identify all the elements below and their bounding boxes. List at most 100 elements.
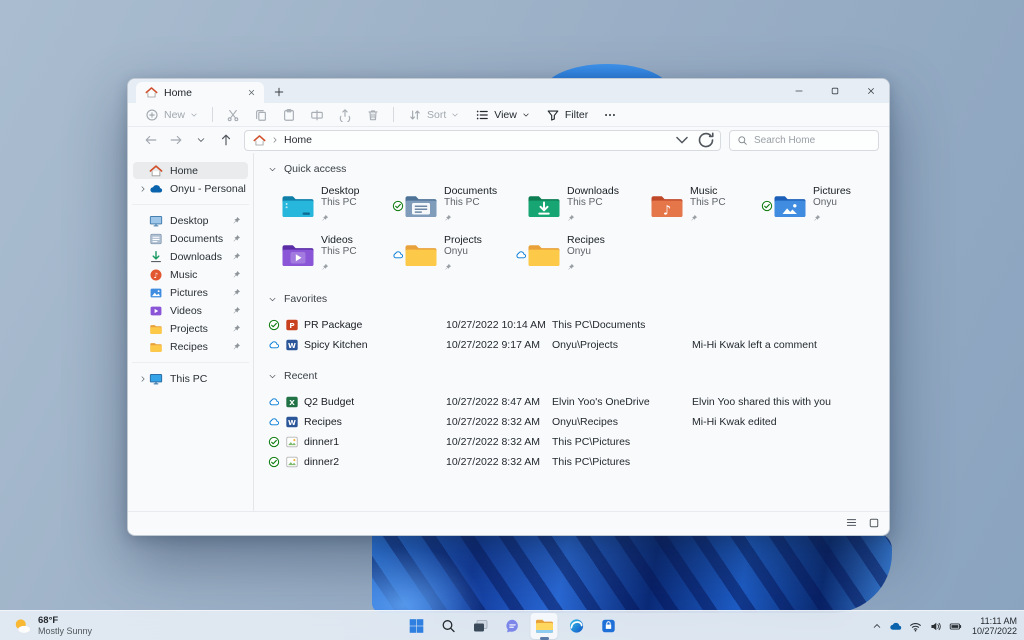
tile-name: Recipes: [567, 233, 605, 246]
sidebar-item-home[interactable]: Home: [133, 162, 248, 179]
sidebar-item-pictures[interactable]: Pictures: [133, 284, 248, 301]
share-icon: [338, 108, 352, 122]
favorites-list: P PR Package 10/27/2022 10:14 AM This PC\Do…: [268, 315, 883, 355]
up-button[interactable]: [213, 129, 238, 151]
file-location: Elvin Yoo's OneDrive: [552, 396, 650, 408]
file-row-recipes[interactable]: W Recipes 10/27/2022 8:32 AM Onyu\Recipes Mi…: [268, 412, 883, 432]
command-bar: New Sort View Filter: [128, 103, 889, 127]
file-row-pr-package[interactable]: P PR Package 10/27/2022 10:14 AM This PC\Do…: [268, 315, 883, 335]
file-location: Onyu\Recipes: [552, 416, 618, 428]
quick-access-tile-documents[interactable]: Documents This PC: [391, 184, 514, 227]
more-options-button[interactable]: [597, 105, 623, 125]
back-button[interactable]: [138, 129, 163, 151]
folder-icon: [773, 192, 807, 220]
maximize-button[interactable]: [817, 79, 853, 103]
sidebar-item-music[interactable]: ♪ Music: [133, 266, 248, 283]
quick-access-tile-videos[interactable]: Videos This PC: [268, 233, 391, 276]
file-name-cell: dinner2: [268, 455, 446, 469]
tile-location: This PC: [321, 196, 357, 208]
new-tab-button[interactable]: [268, 82, 290, 102]
sidebar-item-onyu-personal[interactable]: Onyu - Personal: [133, 180, 248, 197]
wifi-tray-icon[interactable]: [909, 620, 922, 633]
address-bar[interactable]: Home: [244, 129, 721, 151]
toolbar-divider: [212, 107, 214, 122]
address-dropdown-button[interactable]: [673, 129, 691, 151]
minimize-button[interactable]: [781, 79, 817, 103]
file-row-dinner1[interactable]: dinner1 10/27/2022 8:32 AM This PC\Picture…: [268, 432, 883, 452]
edge-taskbar-button[interactable]: [563, 613, 590, 639]
section-header-quick-access[interactable]: Quick access: [268, 161, 883, 177]
search-box[interactable]: [729, 129, 879, 151]
sidebar-item-recipes[interactable]: Recipes: [133, 338, 248, 355]
chat-taskbar-button[interactable]: [499, 613, 526, 639]
search-input[interactable]: [754, 134, 871, 146]
close-button[interactable]: [853, 79, 889, 103]
tab-close-button[interactable]: [244, 78, 258, 79]
search-taskbar-button[interactable]: [435, 613, 462, 639]
search-icon: [737, 135, 748, 146]
quick-access-tile-recipes[interactable]: Recipes Onyu: [514, 233, 637, 276]
show-hidden-icons-button[interactable]: [872, 621, 882, 631]
tab-home[interactable]: Home: [136, 82, 264, 103]
file-activity: Mi-Hi Kwak edited: [692, 416, 777, 428]
sync-status-icon: [760, 200, 773, 212]
recent-locations-button[interactable]: [188, 129, 213, 151]
quick-access-tile-pictures[interactable]: Pictures Onyu: [760, 184, 883, 227]
sync-status-icon: [268, 319, 280, 331]
file-row-dinner2[interactable]: dinner2 10/27/2022 8:32 AM This PC\Picture…: [268, 452, 883, 472]
forward-button[interactable]: [163, 129, 188, 151]
new-button[interactable]: New: [138, 105, 205, 125]
file-name: Q2 Budget: [304, 396, 355, 408]
quick-access-tile-projects[interactable]: Projects Onyu: [391, 233, 514, 276]
breadcrumb[interactable]: Home: [284, 134, 312, 146]
details-view-button[interactable]: [845, 516, 858, 529]
file-date-modified: 10/27/2022 8:32 AM: [446, 416, 540, 428]
sidebar-item-label: Music: [170, 268, 198, 281]
tile-text: Pictures Onyu: [813, 185, 851, 227]
tile-text: Recipes Onyu: [567, 234, 605, 276]
sidebar-item-documents[interactable]: Documents: [133, 230, 248, 247]
taskbar-clock[interactable]: 11:11 AM 10/27/2022: [972, 616, 1017, 637]
taskbar-center: [403, 611, 622, 640]
rename-button[interactable]: [304, 105, 330, 125]
sidebar-item-desktop[interactable]: Desktop: [133, 212, 248, 229]
file-row-spicy-kitchen[interactable]: W Spicy Kitchen 10/27/2022 9:17 AM Onyu\Pro…: [268, 335, 883, 355]
sidebar-item-this-pc[interactable]: This PC: [133, 370, 248, 387]
sidebar-item-projects[interactable]: Projects: [133, 320, 248, 337]
volume-tray-icon[interactable]: [929, 620, 942, 633]
cut-button[interactable]: [220, 105, 246, 125]
quick-access-tile-downloads[interactable]: Downloads This PC: [514, 184, 637, 227]
section-header-favorites[interactable]: Favorites: [268, 291, 883, 307]
file-explorer-window: Recipes Home New Sort View: [127, 78, 890, 536]
chevron-right-icon[interactable]: [136, 375, 149, 383]
sidebar-item-downloads[interactable]: Downloads: [133, 248, 248, 265]
delete-button[interactable]: [360, 105, 386, 125]
filter-button[interactable]: Filter: [539, 105, 595, 125]
share-button[interactable]: [332, 105, 358, 125]
arrow-left-icon: [144, 133, 158, 147]
refresh-button[interactable]: [696, 129, 716, 151]
folder-icon: [281, 192, 315, 220]
store-taskbar-button[interactable]: [595, 613, 622, 639]
copy-button[interactable]: [248, 105, 274, 125]
sidebar-item-videos[interactable]: Videos: [133, 302, 248, 319]
clock-time: 11:11 AM: [980, 615, 1017, 626]
view-button[interactable]: View: [468, 105, 537, 125]
battery-tray-icon[interactable]: [949, 620, 962, 633]
onedrive-tray-icon[interactable]: [889, 620, 902, 633]
file-explorer-taskbar-button[interactable]: [530, 613, 558, 639]
file-row-q2-budget[interactable]: X Q2 Budget 10/27/2022 8:47 AM Elvin Yoo's …: [268, 392, 883, 412]
weather-widget[interactable]: 68°F Mostly Sunny: [6, 611, 98, 640]
section-header-recent[interactable]: Recent: [268, 368, 883, 384]
chevron-right-icon[interactable]: [136, 185, 149, 193]
paste-button[interactable]: [276, 105, 302, 125]
sort-button[interactable]: Sort: [401, 105, 466, 125]
recent-list: X Q2 Budget 10/27/2022 8:47 AM Elvin Yoo's …: [268, 392, 883, 472]
large-icons-view-button[interactable]: [868, 517, 880, 529]
task-view-taskbar-button[interactable]: [467, 613, 494, 639]
tab-close-button[interactable]: [244, 86, 258, 100]
pin-icon: [444, 214, 452, 222]
quick-access-tile-music[interactable]: ♪ Music This PC: [637, 184, 760, 227]
quick-access-tile-desktop[interactable]: Desktop This PC: [268, 184, 391, 227]
windows-taskbar-button[interactable]: [403, 613, 430, 639]
